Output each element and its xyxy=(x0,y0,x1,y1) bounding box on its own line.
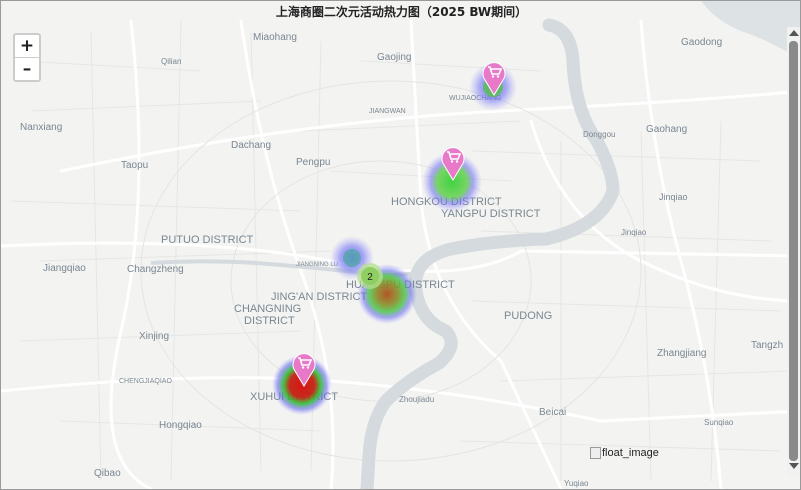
label-putuo: PUTUO DISTRICT xyxy=(161,234,254,246)
label-changning-1: CHANGNING xyxy=(234,303,301,315)
label-qilian: Qilian xyxy=(161,57,181,66)
label-jinqiao-2: Jinqiao xyxy=(621,228,647,237)
label-chengjiaqiao: CHENGJIAQIAO xyxy=(119,378,172,385)
label-beicai: Beicai xyxy=(539,407,566,418)
label-nanxiang: Nanxiang xyxy=(20,122,62,133)
label-jiangwan: JIANGWAN xyxy=(369,108,406,115)
label-gaojing: Gaojing xyxy=(377,52,411,63)
float-image-alt: float_image xyxy=(602,447,659,459)
label-changning-2: DISTRICT xyxy=(244,315,295,327)
scroll-up-arrow-icon[interactable] xyxy=(789,30,799,36)
label-sunqiao: Sunqiao xyxy=(704,418,734,427)
label-jingan: JING'AN DISTRICT xyxy=(271,291,367,303)
label-yuqiao: Yuqiao xyxy=(564,479,589,488)
float-image: float_image xyxy=(590,447,659,460)
label-dachang: Dachang xyxy=(231,140,271,151)
label-zhoujiadu: Zhoujiadu xyxy=(399,395,434,404)
label-qibao: Qibao xyxy=(94,468,121,479)
heat-spot-jiangning-core xyxy=(343,249,361,267)
label-jiangqiao: Jiangqiao xyxy=(43,263,86,274)
zoom-in-button[interactable]: + xyxy=(15,35,39,57)
label-jinqiao: Jinqiao xyxy=(659,192,688,202)
zoom-out-button[interactable]: – xyxy=(15,57,39,80)
heat-map[interactable]: Miaohang Gaojing Gaodong Qilian WUJIAOCH… xyxy=(1,1,801,490)
label-pudong: PUDONG xyxy=(504,310,552,322)
label-taopu: Taopu xyxy=(121,160,148,171)
label-changzheng: Changzheng xyxy=(127,264,184,275)
label-zhangjiang: Zhangjiang xyxy=(657,348,706,359)
scroll-down-arrow-icon[interactable] xyxy=(789,463,799,469)
label-tangzhen: Tangzh xyxy=(751,340,783,351)
label-hongqiao: Hongqiao xyxy=(159,420,202,431)
map-frame: Miaohang Gaojing Gaodong Qilian WUJIAOCH… xyxy=(0,0,801,490)
map-title: 上海商圈二次元活动热力图（2025 BW期间） xyxy=(275,5,528,19)
zoom-control: + – xyxy=(13,33,41,82)
label-gaodong: Gaodong xyxy=(681,37,722,48)
cluster-count: 2 xyxy=(367,272,373,283)
scroll-thumb[interactable] xyxy=(789,41,798,461)
label-miaohang: Miaohang xyxy=(253,32,297,43)
label-pengpu: Pengpu xyxy=(296,157,330,168)
label-xinjing: Xinjing xyxy=(139,331,169,342)
broken-image-icon xyxy=(590,447,601,460)
label-donggou: Donggou xyxy=(583,130,615,139)
label-gaohang: Gaohang xyxy=(646,124,687,135)
scrollbar[interactable] xyxy=(787,27,800,475)
cluster-marker[interactable]: 2 xyxy=(357,263,383,289)
